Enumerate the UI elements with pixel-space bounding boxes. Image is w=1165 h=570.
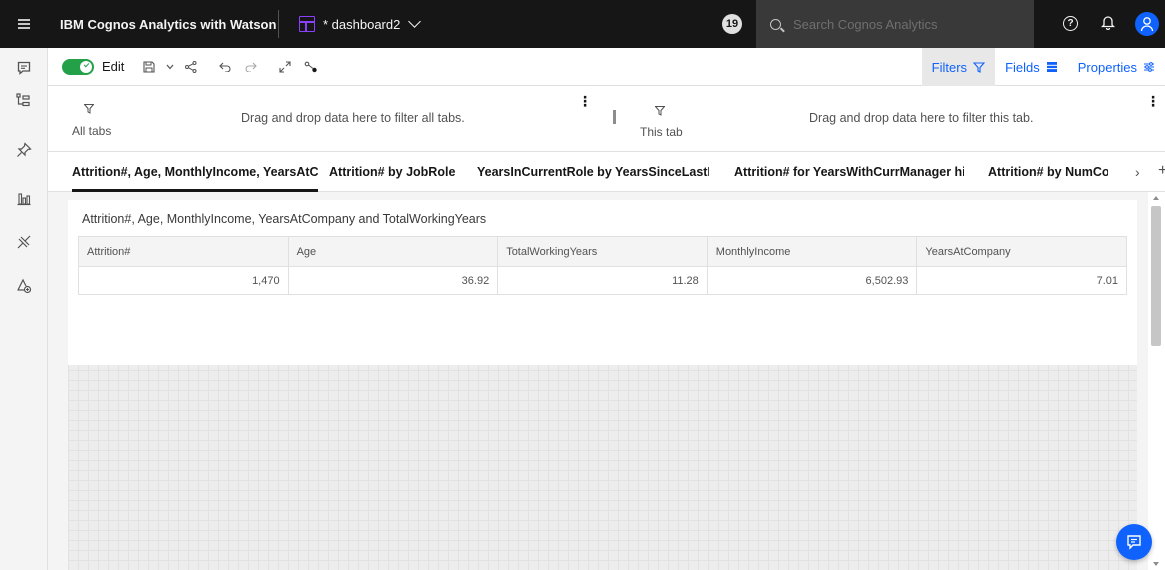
dashboard-icon — [299, 16, 315, 32]
pin-icon[interactable] — [14, 140, 34, 160]
column-header[interactable]: MonthlyIncome — [706, 236, 918, 267]
chat-bubble-icon — [1127, 535, 1141, 550]
scroll-down-icon[interactable] — [1153, 562, 1159, 566]
column-header[interactable]: TotalWorkingYears — [497, 236, 708, 267]
table-cell[interactable]: 36.92 — [287, 266, 499, 295]
widgets-icon[interactable] — [14, 276, 34, 296]
this-tab-overflow-menu-icon[interactable]: ⋮ — [1146, 94, 1160, 108]
search-box[interactable] — [756, 0, 1034, 48]
this-tab-filter-zone[interactable]: This tab Drag and drop data here to filt… — [620, 86, 1165, 152]
column-header[interactable]: Age — [287, 236, 499, 267]
search-icon — [770, 18, 781, 30]
chevron-right-icon[interactable]: › — [1135, 164, 1140, 180]
table-cell[interactable]: 11.28 — [497, 266, 708, 295]
filters-button[interactable]: Filters — [921, 48, 996, 86]
assistant-chat-button[interactable] — [1116, 524, 1152, 560]
expand-icon[interactable] — [272, 52, 298, 82]
all-tabs-filter-zone[interactable]: All tabs Drag and drop data here to filt… — [48, 86, 608, 152]
column-header[interactable]: YearsAtCompany — [916, 236, 1127, 267]
this-tab-label: This tab — [640, 125, 683, 139]
search-input[interactable] — [793, 16, 1023, 32]
scroll-up-icon[interactable] — [1153, 196, 1159, 200]
data-table: Attrition# Age TotalWorkingYears Monthly… — [78, 236, 1127, 295]
properties-label: Properties — [1077, 59, 1137, 75]
edit-label: Edit — [102, 59, 125, 74]
app-title: IBM Cognos Analytics with Watson — [60, 16, 277, 32]
add-tab-icon[interactable]: + — [1158, 162, 1165, 180]
notification-count-badge[interactable]: 19 — [722, 14, 742, 34]
tab-yearsincurrentrole[interactable]: YearsInCurrentRole by YearsSinceLastPro — [477, 152, 709, 192]
path-icon[interactable] — [298, 52, 324, 82]
left-rail — [0, 48, 48, 570]
widget-title: Attrition#, Age, MonthlyIncome, YearsAtC… — [82, 212, 487, 226]
insights-icon[interactable] — [14, 232, 34, 252]
table-cell[interactable]: 6,502.93 — [706, 266, 918, 295]
all-tabs-drop-hint: Drag and drop data here to filter all ta… — [241, 111, 465, 125]
table-row: 1,470 36.92 11.28 6,502.93 7.01 — [78, 266, 1127, 295]
fields-button[interactable]: Fields — [995, 48, 1068, 86]
help-icon[interactable]: ? — [1063, 16, 1078, 31]
save-menu-chevron-icon[interactable] — [162, 52, 178, 82]
filters-label: Filters — [931, 59, 968, 75]
dashboard-toolbar: Edit Filters Fields Properties — [48, 48, 1165, 86]
share-icon[interactable] — [178, 52, 204, 82]
edit-toggle[interactable] — [62, 58, 94, 75]
scrollbar-thumb[interactable] — [1151, 206, 1161, 346]
chat-icon[interactable] — [14, 58, 34, 78]
table-widget[interactable]: Attrition#, Age, MonthlyIncome, YearsAtC… — [68, 200, 1137, 365]
toolbar-panels: Filters Fields Properties — [921, 48, 1165, 86]
filter-divider-handle[interactable] — [613, 110, 616, 124]
visualizations-icon[interactable] — [14, 188, 34, 208]
all-tabs-overflow-menu-icon[interactable]: ⋮ — [578, 94, 592, 108]
table-cell[interactable]: 1,470 — [78, 266, 289, 295]
properties-icon — [1144, 62, 1154, 72]
user-avatar[interactable] — [1135, 12, 1159, 36]
tab-attrition-yearswithcurrmanager[interactable]: Attrition# for YearsWithCurrManager hier — [734, 152, 964, 192]
tab-attrition-by-numco[interactable]: Attrition# by NumCo — [988, 152, 1108, 192]
user-icon — [1140, 17, 1154, 32]
canvas-scrollbar[interactable] — [1148, 192, 1165, 570]
fields-icon — [1046, 62, 1057, 72]
save-icon[interactable] — [136, 52, 162, 82]
all-tabs-label: All tabs — [72, 124, 112, 138]
filter-icon — [973, 61, 986, 73]
table-cell[interactable]: 7.01 — [916, 266, 1127, 295]
dashboard-name[interactable]: * dashboard2 — [323, 17, 400, 32]
data-tree-icon[interactable] — [14, 90, 34, 110]
this-tab-drop-hint: Drag and drop data here to filter this t… — [809, 111, 1034, 125]
properties-button[interactable]: Properties — [1068, 48, 1165, 86]
undo-icon[interactable] — [212, 52, 238, 82]
tab-bar: Attrition#, Age, MonthlyIncome, YearsAtC… — [48, 152, 1165, 192]
funnel-icon — [655, 106, 665, 116]
menu-icon[interactable] — [0, 0, 48, 48]
topbar-divider — [278, 10, 279, 38]
bell-icon[interactable] — [1101, 14, 1115, 30]
fields-label: Fields — [1005, 59, 1040, 75]
table-header-row: Attrition# Age TotalWorkingYears Monthly… — [78, 236, 1127, 267]
filter-bar: All tabs Drag and drop data here to filt… — [48, 86, 1165, 152]
check-icon — [83, 61, 90, 67]
tab-attrition-by-jobrole[interactable]: Attrition# by JobRole — [329, 152, 459, 192]
chevron-down-icon[interactable] — [408, 15, 422, 28]
funnel-icon — [84, 104, 94, 114]
redo-icon[interactable] — [238, 52, 264, 82]
column-header[interactable]: Attrition# — [78, 236, 289, 267]
tab-attrition-age-income[interactable]: Attrition#, Age, MonthlyIncome, YearsAtC — [72, 152, 318, 192]
